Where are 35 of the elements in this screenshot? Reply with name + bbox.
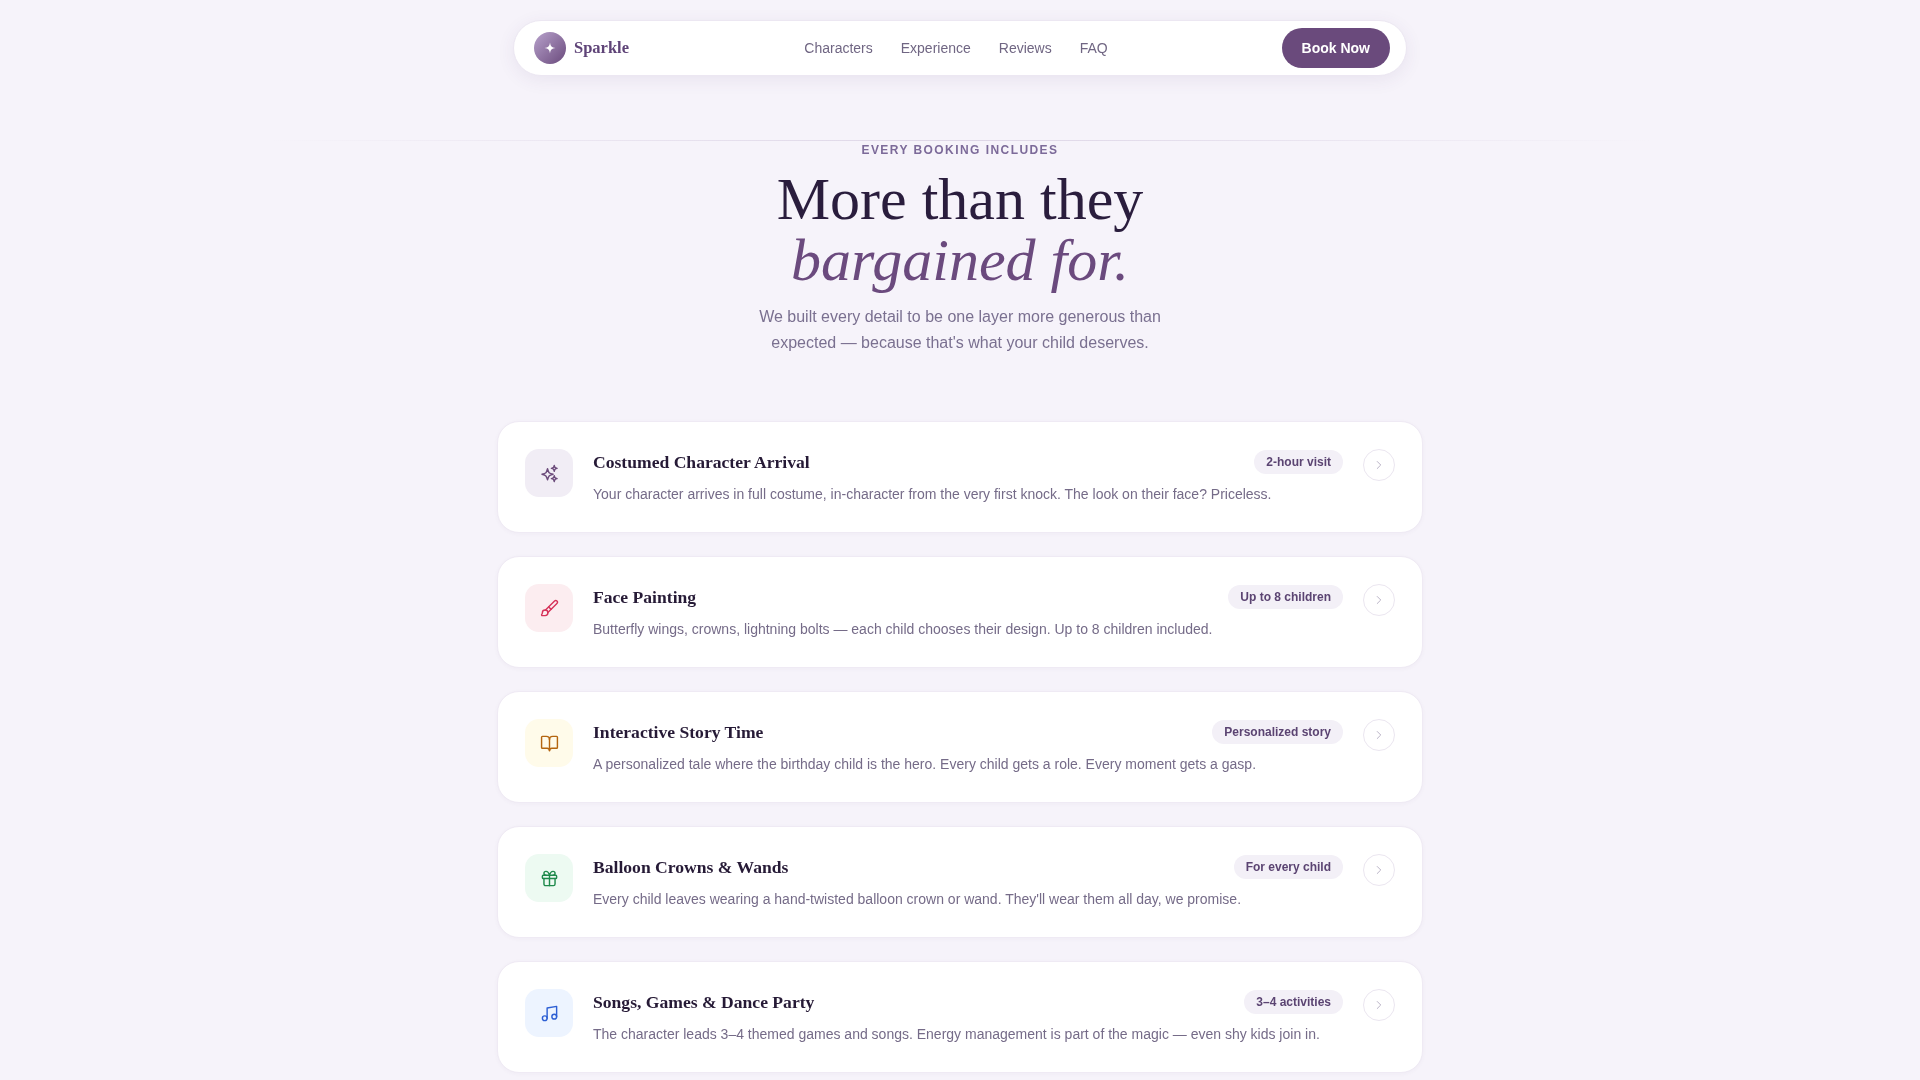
feature-tag: Up to 8 children: [1228, 585, 1343, 609]
music-note-icon: [525, 989, 573, 1037]
chevron-button[interactable]: [1363, 719, 1395, 751]
star-logo-icon: [534, 32, 566, 64]
section-heading: More than they bargained for.: [776, 169, 1144, 291]
feature-title: Interactive Story Time: [593, 721, 764, 744]
feature-title: Songs, Games & Dance Party: [593, 991, 815, 1014]
feature-description: Your character arrives in full costume, in-character from the very first knock. The look on their face? Priceless.: [593, 485, 1273, 504]
book-now-button[interactable]: Book Now: [1281, 28, 1390, 68]
feature-title: Costumed Character Arrival: [593, 451, 810, 474]
brand-name: Sparkle: [574, 36, 629, 59]
feature-tag: Personalized story: [1212, 720, 1343, 744]
section-subtitle: We built every detail to be one layer more generous than expected — because that's what your child deserves.: [758, 307, 1162, 353]
feature-tag: 3–4 activities: [1244, 990, 1343, 1014]
chevron-button[interactable]: [1363, 584, 1395, 616]
open-book-icon: [525, 719, 573, 767]
feature-title: Face Painting: [593, 586, 697, 609]
nav-link[interactable]: Reviews: [998, 37, 1052, 59]
feature-description: A personalized tale where the birthday child is the hero. Every child gets a role. Every moment gets a gasp.: [593, 755, 1258, 774]
nav-link[interactable]: Characters: [804, 37, 873, 59]
paintbrush-icon: [525, 584, 573, 632]
feature-description: Every child leaves wearing a hand-twisted balloon crown or wand. They'll wear them all day, we promise.: [593, 890, 1243, 909]
gift-icon: [525, 854, 573, 902]
nav-link[interactable]: Experience: [900, 37, 971, 59]
nav-link[interactable]: FAQ: [1079, 37, 1108, 59]
sparkles-icon: [525, 449, 573, 497]
chevron-button[interactable]: [1363, 989, 1395, 1021]
chevron-button[interactable]: [1363, 854, 1395, 886]
feature-tag: For every child: [1233, 855, 1343, 879]
feature-description: The character leads 3–4 themed games and songs. Energy management is part of the magic — even shy kids join in.: [593, 1025, 1321, 1044]
section-eyebrow: EVERY BOOKING INCLUDES: [861, 142, 1059, 158]
feature-title: Balloon Crowns & Wands: [593, 856, 789, 879]
feature-description: Butterfly wings, crowns, lightning bolts — each child chooses their design. Up to 8 children included.: [593, 620, 1214, 639]
chevron-button[interactable]: [1363, 449, 1395, 481]
feature-tag: 2-hour visit: [1254, 450, 1343, 474]
